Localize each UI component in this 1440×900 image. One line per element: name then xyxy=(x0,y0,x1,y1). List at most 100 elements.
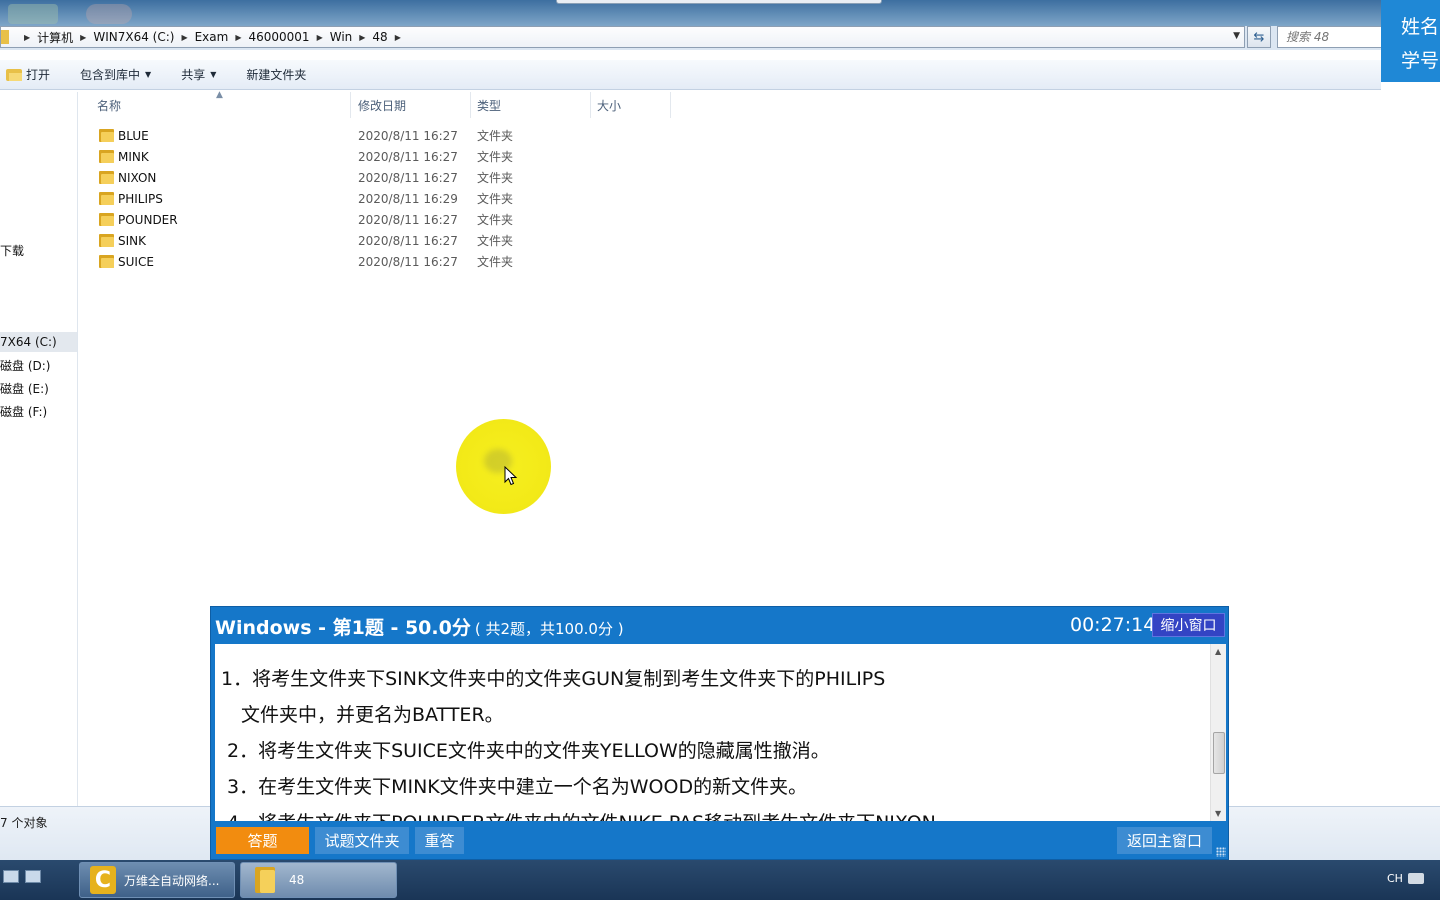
question-line: 1．将考生文件夹下SINK文件夹中的文件夹GUN复制到考生文件夹下的PHILIP… xyxy=(221,668,886,690)
folder-icon xyxy=(1,30,9,44)
window-title-strip xyxy=(0,0,1440,26)
file-name: MINK xyxy=(118,149,149,164)
show-desktop-icon[interactable] xyxy=(3,870,19,883)
exam-app-icon: C xyxy=(90,866,116,894)
chevron-right-icon[interactable]: ▶ xyxy=(395,33,401,42)
nav-item-downloads[interactable]: 下载 xyxy=(0,240,24,260)
back-to-main-button[interactable]: 返回主窗口 xyxy=(1117,827,1212,854)
scroll-down-icon[interactable]: ▼ xyxy=(1215,809,1221,818)
taskbar-app-explorer[interactable]: 48 xyxy=(240,862,397,898)
item-count: 7 个对象 xyxy=(0,816,48,830)
file-row[interactable]: PHILIPS 2020/8/11 16:29 文件夹 xyxy=(96,188,596,209)
student-info-panel: 姓名 学号 xyxy=(1381,0,1440,82)
folder-open-icon xyxy=(6,68,22,81)
search-box[interactable] xyxy=(1277,26,1387,48)
folder-icon xyxy=(255,867,275,893)
file-name: SUICE xyxy=(118,254,154,269)
window-caption-edge xyxy=(556,0,882,4)
file-type: 文件夹 xyxy=(477,255,514,269)
file-name: BLUE xyxy=(118,128,149,143)
search-input[interactable] xyxy=(1286,30,1386,44)
include-in-library-button[interactable]: 包含到库中 ▼ xyxy=(80,60,151,89)
column-headers: ▲ 名称 修改日期 类型 大小 xyxy=(80,90,1380,118)
file-row[interactable]: NIXON 2020/8/11 16:27 文件夹 xyxy=(96,167,596,188)
question-content: 1．将考生文件夹下SINK文件夹中的文件夹GUN复制到考生文件夹下的PHILIP… xyxy=(215,644,1226,821)
nav-item-label: 磁盘 (D:) xyxy=(0,358,51,373)
open-button[interactable]: 打开 xyxy=(6,60,50,89)
nav-item-label: 下载 xyxy=(0,243,25,258)
chevron-right-icon: ▶ xyxy=(24,32,31,42)
nav-item-label: 7X64 (C:) xyxy=(0,335,57,349)
breadcrumb-item[interactable]: 计算机 xyxy=(37,29,73,46)
file-date: 2020/8/11 16:27 xyxy=(358,212,458,227)
file-name: NIXON xyxy=(118,170,157,185)
taskbar: C 万维全自动网络... 48 CH xyxy=(0,860,1440,900)
question-title: Windows - 第1题 - 50.0分 xyxy=(215,617,471,639)
column-header-date[interactable]: 修改日期 xyxy=(352,92,471,118)
nav-item-drive-c[interactable]: 7X64 (C:) xyxy=(0,332,77,352)
background-icon-blur xyxy=(86,4,132,24)
file-type: 文件夹 xyxy=(477,192,514,206)
background-icon-blur xyxy=(8,4,58,24)
nav-item-drive-e[interactable]: 磁盘 (E:) xyxy=(0,378,49,398)
student-name-label: 姓名 xyxy=(1401,16,1440,38)
answer-button[interactable]: 答题 xyxy=(216,827,309,854)
column-header-label: 名称 xyxy=(97,98,122,113)
file-row[interactable]: SINK 2020/8/11 16:27 文件夹 xyxy=(96,230,596,251)
chevron-right-icon: ▶ xyxy=(316,32,323,42)
column-header-label: 类型 xyxy=(477,98,502,113)
folder-icon xyxy=(99,150,114,163)
scroll-up-icon[interactable]: ▲ xyxy=(1215,647,1221,656)
refresh-button[interactable]: ⇆ xyxy=(1247,26,1271,48)
file-row[interactable]: BLUE 2020/8/11 16:27 文件夹 xyxy=(96,125,596,146)
question-scrollbar[interactable]: ▲ ▼ xyxy=(1210,644,1226,821)
minimize-window-button[interactable]: 缩小窗口 xyxy=(1152,613,1225,637)
switch-window-icon[interactable] xyxy=(25,870,41,883)
breadcrumb-item[interactable]: 48 xyxy=(372,30,387,44)
file-type: 文件夹 xyxy=(477,129,514,143)
chevron-right-icon: ▶ xyxy=(80,32,87,42)
taskbar-app-exam[interactable]: C 万维全自动网络... xyxy=(79,862,235,898)
address-bar[interactable]: ▶ 计算机 ▶ WIN7X64 (C:) ▶ Exam ▶ 46000001 ▶… xyxy=(0,26,1245,48)
chevron-right-icon: ▶ xyxy=(235,32,242,42)
include-in-library-label: 包含到库中 xyxy=(80,68,141,82)
breadcrumb-item[interactable]: Exam xyxy=(195,30,229,44)
chevron-down-icon: ▼ xyxy=(210,70,217,79)
address-row: ▶ 计算机 ▶ WIN7X64 (C:) ▶ Exam ▶ 46000001 ▶… xyxy=(0,26,1440,50)
nav-item-label: 磁盘 (E:) xyxy=(0,381,49,396)
share-button[interactable]: 共享 ▼ xyxy=(181,60,216,89)
file-date: 2020/8/11 16:27 xyxy=(358,233,458,248)
exam-folder-button[interactable]: 试题文件夹 xyxy=(315,827,409,854)
file-row[interactable]: MINK 2020/8/11 16:27 文件夹 xyxy=(96,146,596,167)
file-date: 2020/8/11 16:27 xyxy=(358,254,458,269)
chevron-down-icon[interactable]: ▼ xyxy=(1233,31,1240,41)
new-folder-button[interactable]: 新建文件夹 xyxy=(246,60,306,89)
chevron-right-icon: ▶ xyxy=(181,32,188,42)
nav-item-drive-d[interactable]: 磁盘 (D:) xyxy=(0,355,50,375)
scroll-thumb[interactable] xyxy=(1213,732,1225,774)
folder-icon xyxy=(99,129,114,142)
exam-title: Windows - 第1题 - 50.0分( 共2题，共100.0分 ) xyxy=(215,613,624,640)
file-date: 2020/8/11 16:27 xyxy=(358,170,458,185)
command-toolbar: 打开 包含到库中 ▼ 共享 ▼ 新建文件夹 xyxy=(0,60,1381,90)
countdown-timer: 00:27:14 xyxy=(1070,614,1156,636)
nav-item-drive-f[interactable]: 磁盘 (F:) xyxy=(0,401,47,421)
folder-icon xyxy=(99,192,114,205)
breadcrumb-item[interactable]: Win xyxy=(330,30,353,44)
column-header-type[interactable]: 类型 xyxy=(471,92,591,118)
navigation-pane: 下载 7X64 (C:) 磁盘 (D:) 磁盘 (E:) 磁盘 (F:) xyxy=(0,92,78,806)
input-language-indicator[interactable]: CH xyxy=(1387,872,1403,885)
file-row[interactable]: POUNDER 2020/8/11 16:27 文件夹 xyxy=(96,209,596,230)
breadcrumb-item[interactable]: WIN7X64 (C:) xyxy=(93,30,174,44)
keyboard-icon[interactable] xyxy=(1408,873,1424,884)
breadcrumb-item[interactable]: 46000001 xyxy=(248,30,309,44)
file-name: SINK xyxy=(118,233,147,248)
redo-button[interactable]: 重答 xyxy=(415,827,464,854)
file-row[interactable]: SUICE 2020/8/11 16:27 文件夹 xyxy=(96,251,596,272)
column-header-label: 大小 xyxy=(597,98,622,113)
mouse-pointer-icon xyxy=(504,466,518,486)
resize-grip-icon[interactable] xyxy=(1216,847,1226,857)
column-header-name[interactable]: 名称 xyxy=(91,92,351,118)
taskbar-app-label: 48 xyxy=(289,873,305,887)
column-header-size[interactable]: 大小 xyxy=(591,92,671,118)
